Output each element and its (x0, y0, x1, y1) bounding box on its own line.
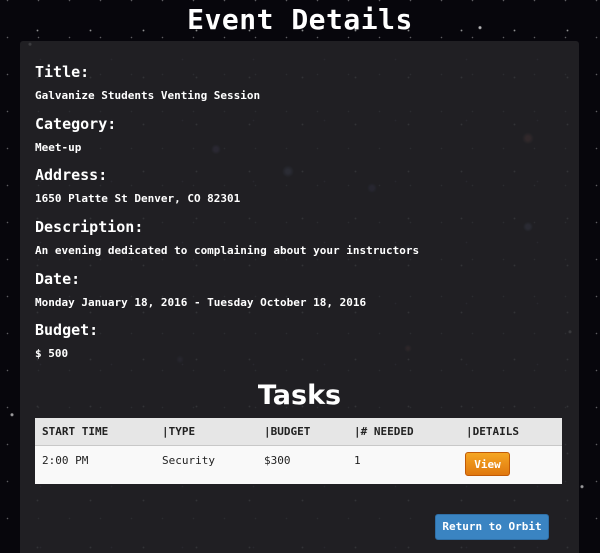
description-label: Description: (35, 218, 144, 236)
title-value: Galvanize Students Venting Session (35, 89, 261, 102)
column-header-budget: |BUDGET (264, 425, 311, 438)
description-value: An evening dedicated to complaining abou… (35, 244, 420, 257)
table-header: START TIME |TYPE |BUDGET |# NEEDED |DETA… (35, 418, 562, 446)
return-to-orbit-button[interactable]: Return to Orbit (435, 514, 549, 540)
column-header-start-time: START TIME (42, 425, 109, 438)
date-label: Date: (35, 270, 81, 288)
field-category: Category: Meet-up (35, 115, 116, 155)
column-header-type: |TYPE (162, 425, 196, 438)
task-budget: $300 (264, 454, 291, 467)
table-row: 2:00 PM Security $300 1 View (35, 446, 562, 484)
address-value: 1650 Platte St Denver, CO 82301 (35, 192, 241, 205)
event-details-panel: Title: Galvanize Students Venting Sessio… (20, 41, 579, 553)
task-start-time: 2:00 PM (42, 454, 89, 467)
field-title: Title: Galvanize Students Venting Sessio… (35, 63, 260, 103)
category-label: Category: (35, 115, 117, 133)
view-task-button[interactable]: View (465, 452, 510, 476)
field-date: Date: Monday January 18, 2016 - Tuesday … (35, 270, 366, 310)
budget-label: Budget: (35, 321, 99, 339)
field-description: Description: An evening dedicated to com… (35, 218, 419, 258)
task-needed: 1 (354, 454, 361, 467)
title-label: Title: (35, 63, 90, 81)
budget-value: $ 500 (35, 347, 69, 360)
field-budget: Budget: $ 500 (35, 321, 98, 361)
date-value: Monday January 18, 2016 - Tuesday Octobe… (35, 296, 367, 309)
tasks-heading: Tasks (257, 380, 342, 411)
field-address: Address: 1650 Platte St Denver, CO 82301 (35, 166, 240, 206)
column-header-details: |DETAILS (466, 425, 519, 438)
task-type: Security (162, 454, 215, 467)
tasks-table: START TIME |TYPE |BUDGET |# NEEDED |DETA… (35, 418, 562, 484)
column-header-needed: |# NEEDED (354, 425, 414, 438)
category-value: Meet-up (35, 141, 82, 154)
page-title: Event Details (187, 3, 413, 36)
address-label: Address: (35, 166, 108, 184)
